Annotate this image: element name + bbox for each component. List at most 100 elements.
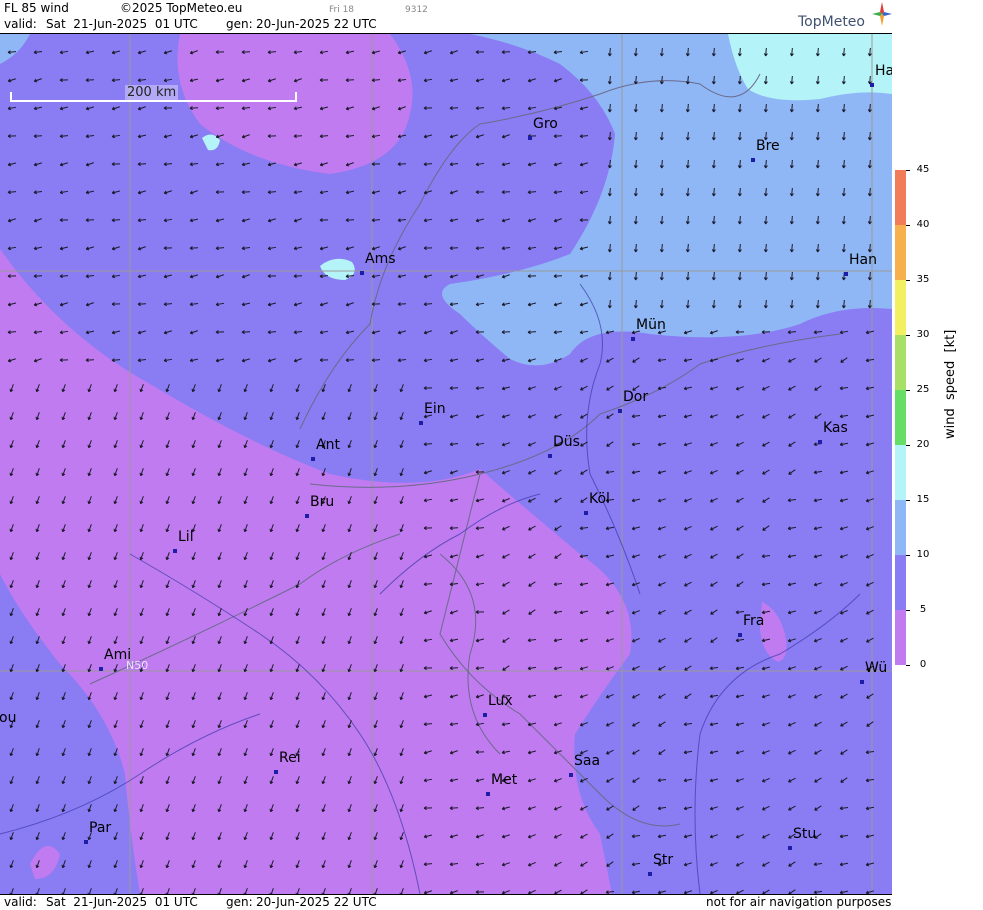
legend-tick-mark <box>906 170 910 171</box>
city-marker <box>305 514 309 518</box>
color-band-10-15 <box>895 500 906 555</box>
topmeteo-logo[interactable]: TopMeteo <box>794 2 892 32</box>
wind-field-svg <box>0 34 892 894</box>
legend-tick-label: 30 <box>916 329 930 340</box>
city-name: Han <box>849 252 877 268</box>
compass-star-icon <box>872 2 892 26</box>
footer-bar: valid: Sat 21-Jun-2025 01 UTC gen: 20-Ju… <box>0 894 892 910</box>
legend-tick-mark <box>906 280 910 281</box>
footer-valid-value: Sat 21-Jun-2025 01 UTC <box>46 895 198 909</box>
city-marker <box>648 872 652 876</box>
city-name: Lil <box>178 529 194 545</box>
city-name: Bre <box>756 138 780 154</box>
legend-tick-label: 20 <box>916 439 930 450</box>
legend-tick-mark <box>906 335 910 336</box>
city-name: Ami <box>104 647 132 663</box>
city-name: Ein <box>424 401 446 417</box>
city-name: Ams <box>365 251 396 267</box>
legend-tick-mark <box>906 555 910 556</box>
city-marker <box>618 409 622 413</box>
gen-value: 20-Jun-2025 22 UTC <box>256 17 377 31</box>
footer-gen-label: gen: <box>226 895 253 909</box>
disclaimer: not for air navigation purposes <box>706 895 892 909</box>
city-name: Gro <box>533 116 558 132</box>
city-marker <box>99 667 103 671</box>
city-name: Fra <box>743 613 765 629</box>
city-marker <box>360 271 364 275</box>
city-marker <box>860 680 864 684</box>
footer-valid-label: valid: <box>4 895 37 909</box>
legend-tick-label: 45 <box>916 164 930 175</box>
city-name: Str <box>653 852 674 868</box>
city-marker <box>173 549 177 553</box>
city-name: Dor <box>623 389 649 405</box>
color-band-5-10 <box>895 555 906 610</box>
city-name: Stu <box>793 826 817 842</box>
legend-tick-label: 5 <box>919 604 927 615</box>
city-marker <box>528 136 532 140</box>
legend-tick-mark <box>906 665 910 666</box>
city-marker <box>631 337 635 341</box>
faint-day: Fri 18 <box>329 5 355 15</box>
faint-code: 9312 <box>405 5 428 15</box>
city-marker <box>311 457 315 461</box>
legend-tick-mark <box>906 610 910 611</box>
scale-label: 200 km <box>125 85 179 100</box>
city-name: Wü <box>865 660 888 676</box>
city-name: Ant <box>316 437 340 453</box>
brand-name: TopMeteo <box>798 14 865 30</box>
wind-map[interactable]: 200 km N50 Ha Gro Bre Ams Han Mün Dor Ein Kas Ant… <box>0 34 892 894</box>
valid-label: valid: <box>4 17 37 31</box>
copyright: ©2025 TopMeteo.eu <box>120 1 243 15</box>
legend-unit: wind speed [kt] <box>943 329 958 439</box>
color-band-15-20 <box>895 445 906 500</box>
city-marker <box>419 421 423 425</box>
city-marker <box>751 158 755 162</box>
city-marker <box>844 272 848 276</box>
color-band-35-40 <box>895 225 906 280</box>
legend-tick-mark <box>906 225 910 226</box>
city-marker <box>738 633 742 637</box>
footer-gen-value: 20-Jun-2025 22 UTC <box>256 895 377 909</box>
city-marker <box>548 454 552 458</box>
city-marker <box>870 83 874 87</box>
city-name: Saa <box>574 753 601 769</box>
city-marker <box>84 840 88 844</box>
city-marker <box>486 792 490 796</box>
city-marker <box>483 713 487 717</box>
color-band-30-35 <box>895 280 906 335</box>
city-name: Ha <box>875 63 892 79</box>
gen-label: gen: <box>226 17 253 31</box>
city-marker <box>584 511 588 515</box>
city-name: Köl <box>589 491 610 507</box>
city-marker <box>569 773 573 777</box>
city-name: ou <box>0 710 17 726</box>
color-band-25-30 <box>895 335 906 390</box>
header-bar: FL 85 wind ©2025 TopMeteo.eu Fri 18 9312… <box>0 0 892 34</box>
legend-tick-label: 0 <box>919 659 927 670</box>
legend-tick-label: 15 <box>916 494 930 505</box>
city-name: Rei <box>279 750 301 766</box>
legend-tick-label: 35 <box>916 274 930 285</box>
legend-tick-label: 40 <box>916 219 930 230</box>
city-name: Lux <box>488 693 513 709</box>
color-band-20-25 <box>895 390 906 445</box>
city-marker <box>788 846 792 850</box>
city-name: Par <box>89 820 112 836</box>
legend-tick-label: 10 <box>916 549 930 560</box>
city-marker <box>274 770 278 774</box>
legend-panel: 45 40 35 30 25 20 15 10 5 0 wind speed [kt] <box>893 34 983 894</box>
legend-tick-mark <box>906 445 910 446</box>
legend-tick-mark <box>906 390 910 391</box>
city-name: Mün <box>636 317 666 333</box>
scale-bar: 200 km <box>10 85 297 102</box>
city-name: Bru <box>310 494 335 510</box>
city-name: Düs <box>553 434 580 450</box>
valid-value: Sat 21-Jun-2025 01 UTC <box>46 17 198 31</box>
legend-tick-label: 25 <box>916 384 930 395</box>
city-name: Kas <box>823 420 848 436</box>
city-marker <box>818 440 822 444</box>
product-title: FL 85 wind <box>4 1 69 15</box>
legend-tick-mark <box>906 500 910 501</box>
city-name: Met <box>491 772 518 788</box>
